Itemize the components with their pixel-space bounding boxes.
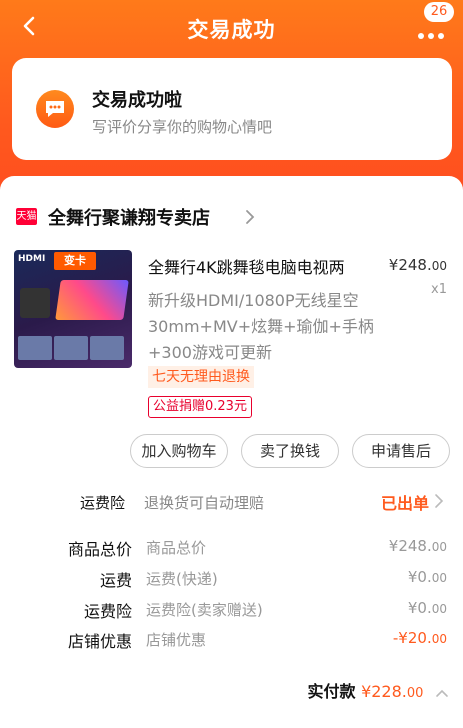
shipping-insurance-status[interactable]: 已出单 (381, 490, 429, 514)
chevron-up-icon (436, 689, 448, 697)
product-image-dance-mat (55, 280, 129, 320)
chevron-right-icon[interactable] (433, 492, 445, 510)
product-image-thumbnails (18, 336, 126, 364)
shipping-insurance-desc: 退换货可自动理赔 (144, 494, 265, 512)
fee-name-shipping-insurance: 运费险(卖家赠送) (146, 601, 263, 619)
chevron-right-icon (246, 210, 255, 224)
product-image-hdmi-text: HDMI (18, 254, 46, 264)
success-subtitle: 写评价分享你的购物心情吧 (92, 118, 273, 136)
fee-value-shipping: ¥0.00 (407, 568, 447, 586)
success-card[interactable]: 交易成功啦 写评价分享你的购物心情吧 (12, 58, 452, 160)
paid-label: 实付款 (307, 682, 356, 701)
product-quantity: x1 (431, 282, 447, 297)
shipping-insurance-label: 运费险 (80, 494, 126, 512)
fee-value-goods-total: ¥248.00 (388, 537, 447, 555)
add-to-cart-button[interactable]: 加入购物车 (130, 434, 228, 468)
fee-label-store-discount: 店铺优惠 (67, 632, 132, 651)
fee-name-goods-total: 商品总价 (146, 539, 207, 557)
return-policy-tag: 七天无理由退换 (148, 366, 254, 388)
chat-bubble-icon (36, 90, 74, 128)
message-count-badge[interactable]: 26 (424, 2, 454, 22)
store-name[interactable]: 全舞行聚谦翔专卖店 (48, 204, 210, 230)
fee-label-shipping: 运费 (99, 571, 132, 590)
page-title: 交易成功 (187, 18, 276, 42)
charity-tag: 公益捐赠0.23元 (148, 396, 252, 418)
fee-name-shipping: 运费(快递) (146, 570, 218, 588)
product-image[interactable]: HDMI 变卡 (14, 250, 132, 368)
paid-amount: ¥228.00 (361, 682, 424, 701)
product-image-console (20, 288, 50, 318)
product-image-badge: 变卡 (54, 252, 96, 270)
product-description: 新升级HDMI/1080P无线星空30mm+MV+炫舞+瑜伽+手柄+300游戏可… (148, 291, 374, 362)
tmall-logo: 天猫 (16, 208, 37, 225)
fee-value-shipping-insurance: ¥0.00 (407, 599, 447, 617)
fee-label-goods-total: 商品总价 (67, 540, 132, 559)
success-title: 交易成功啦 (92, 90, 182, 111)
fee-value-store-discount: -¥20.00 (392, 629, 447, 647)
more-dots-icon (418, 24, 448, 43)
fee-name-store-discount: 店铺优惠 (146, 631, 207, 649)
resell-button[interactable]: 卖了换钱 (241, 434, 339, 468)
top-bar: 交易成功 26 (0, 0, 463, 56)
order-card: 天猫 全舞行聚谦翔专卖店 HDMI 变卡 全舞行4K跳舞毯电脑电视两 新升级HD… (0, 176, 463, 728)
paid-total-row[interactable]: 实付款 ¥228.00 (307, 678, 449, 702)
product-title[interactable]: 全舞行4K跳舞毯电脑电视两 (148, 254, 368, 278)
product-price: ¥248.00 (388, 256, 447, 274)
after-sales-button[interactable]: 申请售后 (352, 434, 450, 468)
fee-label-shipping-insurance: 运费险 (83, 602, 132, 621)
